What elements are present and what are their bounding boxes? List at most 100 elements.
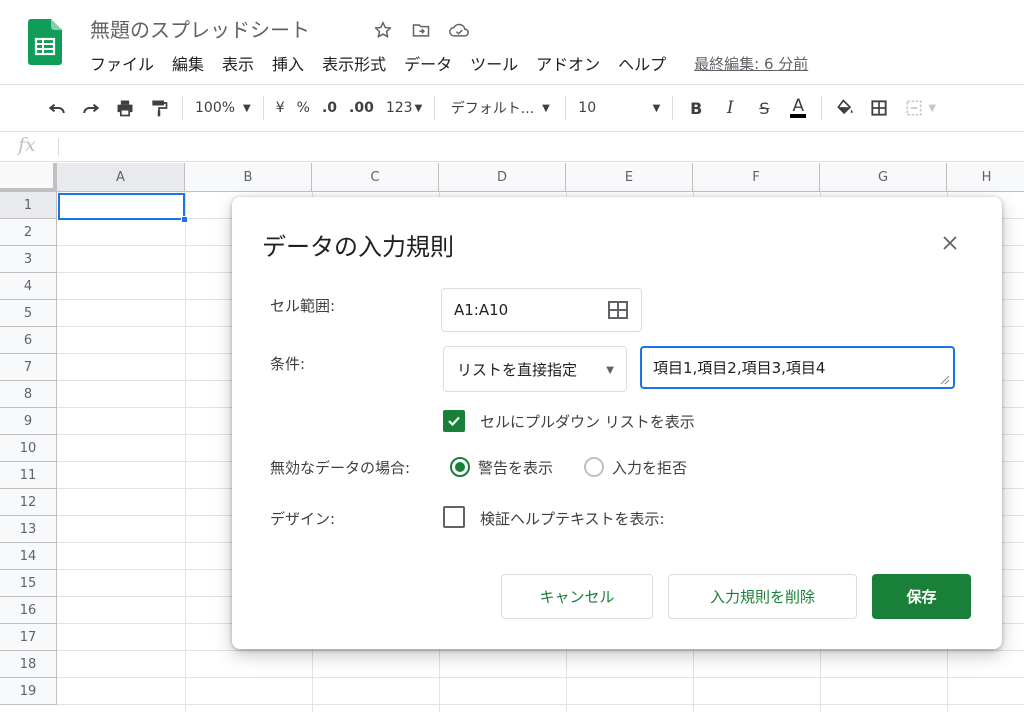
menu-help[interactable]: ヘルプ <box>618 51 666 75</box>
reject-input-radio[interactable] <box>584 457 604 477</box>
column-header-a[interactable]: A <box>57 163 185 192</box>
column-header-h[interactable]: H <box>947 163 1024 192</box>
bold-button[interactable]: B <box>679 93 713 123</box>
column-header-c[interactable]: C <box>312 163 439 192</box>
strikethrough-button[interactable]: S <box>747 93 781 123</box>
row-header-8[interactable]: 8 <box>0 381 57 408</box>
row-header-7[interactable]: 7 <box>0 354 57 381</box>
font-size-value: 10 <box>578 100 597 116</box>
cancel-button[interactable]: キャンセル <box>501 574 653 619</box>
italic-button[interactable]: I <box>713 93 747 123</box>
select-all-corner[interactable] <box>0 163 57 192</box>
number-format-select[interactable]: 123 ▼ <box>380 93 428 123</box>
close-icon[interactable] <box>938 231 962 255</box>
row-header-10[interactable]: 10 <box>0 435 57 462</box>
decrease-decimal-label: .0 <box>321 100 338 116</box>
criteria-type-select[interactable]: リストを直接指定 ▼ <box>443 346 627 392</box>
undo-icon[interactable] <box>40 93 74 123</box>
show-warning-radio[interactable] <box>450 457 470 477</box>
row-header-3[interactable]: 3 <box>0 246 57 273</box>
chevron-down-icon: ▼ <box>414 102 423 114</box>
cell-range-input[interactable]: A1:A10 <box>441 288 642 332</box>
menu-view[interactable]: 表示 <box>222 51 254 75</box>
grid-column-line <box>185 192 186 712</box>
fill-color-icon[interactable] <box>828 93 862 123</box>
redo-icon[interactable] <box>74 93 108 123</box>
print-icon[interactable] <box>108 93 142 123</box>
row-header-6[interactable]: 6 <box>0 327 57 354</box>
row-header-9[interactable]: 9 <box>0 408 57 435</box>
increase-decimal-label: .00 <box>349 100 374 116</box>
font-family-select[interactable]: デフォルト... ▼ <box>441 93 559 123</box>
chevron-down-icon: ▼ <box>243 102 251 114</box>
zoom-select[interactable]: 100% ▼ <box>189 93 257 123</box>
toolbar-divider <box>182 96 183 120</box>
menu-tools[interactable]: ツール <box>470 51 518 75</box>
menu-addons[interactable]: アドオン <box>536 51 600 75</box>
chevron-down-icon: ▼ <box>928 102 937 114</box>
criteria-list-input[interactable] <box>640 346 955 389</box>
row-header-17[interactable]: 17 <box>0 624 57 651</box>
bold-icon: B <box>690 98 703 118</box>
number-format-label: 123 <box>385 100 413 116</box>
row-header-4[interactable]: 4 <box>0 273 57 300</box>
star-icon[interactable] <box>368 16 398 44</box>
row-header-12[interactable]: 12 <box>0 489 57 516</box>
menu-bar: ファイル 編集 表示 挿入 表示形式 データ ツール アドオン ヘルプ 最終編集… <box>90 51 808 75</box>
reject-input-label: 入力を拒否 <box>612 459 688 477</box>
active-cell-a1[interactable] <box>58 193 185 220</box>
last-edit-link[interactable]: 最終編集: 6 分前 <box>694 53 808 74</box>
column-header-d[interactable]: D <box>439 163 566 192</box>
document-title[interactable]: 無題のスプレッドシート <box>90 14 310 43</box>
paint-format-icon[interactable] <box>142 93 176 123</box>
show-help-text-checkbox[interactable] <box>443 506 465 528</box>
row-header-16[interactable]: 16 <box>0 597 57 624</box>
column-header-e[interactable]: E <box>566 163 693 192</box>
increase-decimal-button[interactable]: .00 <box>343 93 380 123</box>
row-header-13[interactable]: 13 <box>0 516 57 543</box>
criteria-type-value: リストを直接指定 <box>457 360 578 379</box>
menu-data[interactable]: データ <box>404 51 452 75</box>
criteria-label: 条件: <box>270 355 306 373</box>
row-header-5[interactable]: 5 <box>0 300 57 327</box>
row-header-1[interactable]: 1 <box>0 192 57 219</box>
resize-handle-icon[interactable] <box>940 375 950 385</box>
strikethrough-icon: S <box>759 98 770 118</box>
decrease-decimal-button[interactable]: .0 <box>316 93 343 123</box>
borders-icon[interactable] <box>862 93 896 123</box>
remove-validation-button[interactable]: 入力規則を削除 <box>668 574 857 619</box>
font-size-select[interactable]: 10 ▼ <box>572 93 666 123</box>
toolbar: 100% ▼ ¥ % .0 .00 123 ▼ デフォルト... ▼ 10 ▼ B I … <box>0 84 1024 132</box>
menu-edit[interactable]: 編集 <box>172 51 204 75</box>
show-dropdown-checkbox[interactable] <box>443 410 465 432</box>
row-header-19[interactable]: 19 <box>0 678 57 705</box>
column-header-g[interactable]: G <box>820 163 947 192</box>
text-color-icon: A <box>790 96 807 118</box>
menu-insert[interactable]: 挿入 <box>272 51 304 75</box>
sheets-logo-icon[interactable] <box>28 19 62 65</box>
toolbar-divider <box>262 96 264 120</box>
column-header-b[interactable]: B <box>185 163 312 192</box>
text-color-button[interactable]: A <box>781 93 815 123</box>
range-label: セル範囲: <box>270 297 336 315</box>
fill-handle[interactable] <box>181 216 188 223</box>
row-header-11[interactable]: 11 <box>0 462 57 489</box>
percent-format-button[interactable]: % <box>291 93 316 123</box>
menu-format[interactable]: 表示形式 <box>322 51 386 75</box>
currency-format-button[interactable]: ¥ <box>270 93 291 123</box>
row-header-18[interactable]: 18 <box>0 651 57 678</box>
column-header-f[interactable]: F <box>693 163 820 192</box>
invalid-data-label: 無効なデータの場合: <box>270 459 411 477</box>
row-header-15[interactable]: 15 <box>0 570 57 597</box>
select-range-icon[interactable] <box>608 301 628 319</box>
merge-cells-icon: ▼ <box>896 93 944 123</box>
save-button[interactable]: 保存 <box>872 574 971 619</box>
row-header-2[interactable]: 2 <box>0 219 57 246</box>
cloud-saved-icon[interactable] <box>444 16 474 44</box>
row-header-14[interactable]: 14 <box>0 543 57 570</box>
move-to-folder-icon[interactable] <box>406 16 436 44</box>
formula-divider <box>58 138 59 156</box>
fx-icon: fx <box>18 134 36 156</box>
appearance-label: デザイン: <box>270 510 336 528</box>
menu-file[interactable]: ファイル <box>90 51 154 75</box>
